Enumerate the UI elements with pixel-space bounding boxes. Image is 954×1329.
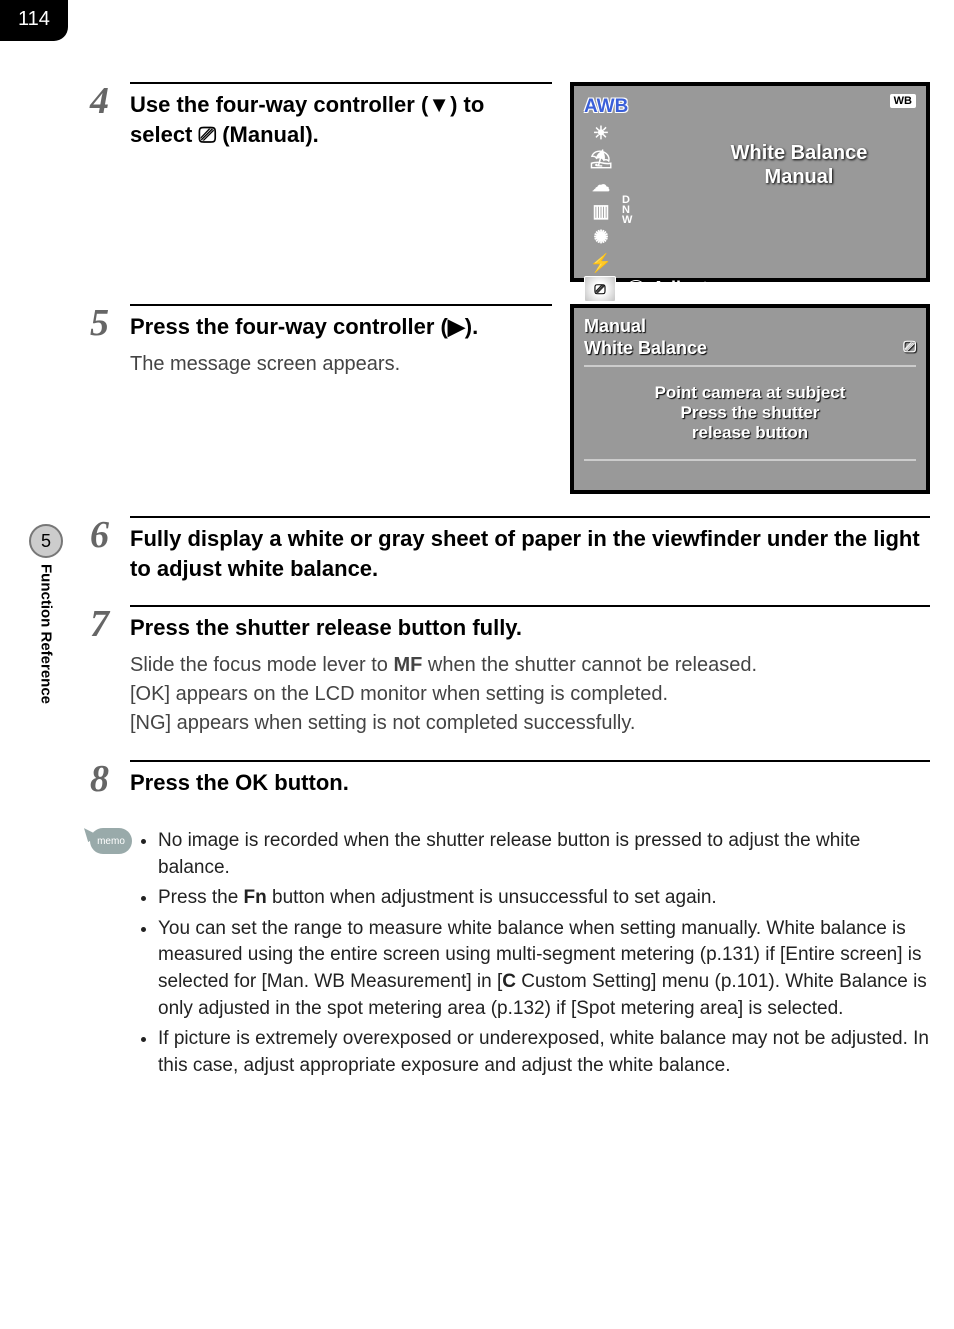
step-number: 4 <box>90 82 130 120</box>
step-number: 5 <box>90 304 130 342</box>
step-number: 8 <box>90 760 130 798</box>
step-heading: Fully display a white or gray sheet of p… <box>130 524 930 583</box>
manual-wb-message-screen: Manual White Balance ⎚ Point camera at s… <box>570 304 930 494</box>
text: White Balance <box>584 338 707 358</box>
down-arrow-icon: ▼ <box>428 92 450 117</box>
dnw-label: D N W <box>622 196 632 226</box>
step-4: 4 Use the four-way controller (▼) to sel… <box>90 82 930 282</box>
manual-wb-icon: ⎚ <box>199 122 217 147</box>
text: Press the <box>158 887 244 908</box>
step-heading: Press the shutter release button fully. <box>130 613 930 643</box>
text: (Manual). <box>216 122 319 147</box>
step-heading: Press the OK button. <box>130 768 930 798</box>
section-number: 5 <box>29 524 63 558</box>
manual-wb-icon: ⎚ <box>903 338 916 357</box>
awb-option: AWB <box>584 96 618 118</box>
text: button when adjustment is unsuccessful t… <box>267 887 717 908</box>
daylight-icon: ☀ <box>584 123 618 144</box>
memo-item: No image is recorded when the shutter re… <box>158 828 930 881</box>
white-balance-menu-screen: WB AWB ☀ White Balance Manual ⛱ ☁ ▥ D N W… <box>570 82 930 282</box>
text: Manual <box>765 166 834 188</box>
text: Manual <box>584 316 646 336</box>
text: ). <box>465 314 478 339</box>
text: Adjust <box>652 278 708 298</box>
text: Press the <box>130 770 235 795</box>
fluorescent-icon: ▥ <box>584 201 618 222</box>
ok-box-icon: OK <box>859 283 885 299</box>
screen-title: Manual White Balance ⎚ <box>584 316 916 359</box>
ok-button-label: OK <box>235 770 268 795</box>
text: White Balance <box>731 142 868 164</box>
memo-item: You can set the range to measure white b… <box>158 916 930 1022</box>
right-arrow-icon: ▶ <box>448 314 465 339</box>
fn-button-label: Fn <box>244 887 267 908</box>
text: OK <box>889 279 916 299</box>
memo-item: If picture is extremely overexposed or u… <box>158 1026 930 1079</box>
memo-icon: memo <box>90 828 140 1083</box>
text: Press the four-way controller ( <box>130 314 448 339</box>
step-6: 6 Fully display a white or gray sheet of… <box>90 516 930 583</box>
section-side-tab: 5 Function Reference <box>28 524 64 704</box>
shade-icon: ⛱ <box>584 149 618 170</box>
step-text: The message screen appears. <box>130 350 552 379</box>
step-heading: Use the four-way controller (▼) to selec… <box>130 90 552 149</box>
cloudy-icon: ☁ <box>584 175 618 196</box>
step-7: 7 Press the shutter release button fully… <box>90 605 930 738</box>
ok-hint: OKOK <box>859 279 916 300</box>
tungsten-icon: ✺ <box>584 227 618 248</box>
text: [OK] appears on the LCD monitor when set… <box>130 683 668 705</box>
memo-list: No image is recorded when the shutter re… <box>140 828 930 1083</box>
mf-label: MF <box>393 654 422 676</box>
screen-message: Point camera at subject Press the shutte… <box>584 365 916 461</box>
memo-bubble-icon: memo <box>90 828 132 854</box>
text: Slide the focus mode lever to <box>130 654 393 676</box>
custom-menu-c-label: C <box>502 971 516 992</box>
text: Use the four-way controller ( <box>130 92 428 117</box>
section-label: Function Reference <box>38 564 55 704</box>
text: [NG] appears when setting is not complet… <box>130 712 635 734</box>
step-number: 7 <box>90 605 130 643</box>
text: Press the shutter <box>590 403 910 423</box>
step-5: 5 Press the four-way controller (▶). The… <box>90 304 930 494</box>
text: button. <box>268 770 349 795</box>
dial-icon <box>626 280 646 300</box>
step-8: 8 Press the OK button. <box>90 760 930 798</box>
text: Point camera at subject <box>590 383 910 403</box>
page-number: 114 <box>0 0 68 41</box>
text: release button <box>590 423 910 443</box>
adjust-hint: Adjust <box>626 278 859 299</box>
text: when the shutter cannot be released. <box>422 654 757 676</box>
flash-icon: ⚡ <box>584 253 618 274</box>
memo-box: memo No image is recorded when the shutt… <box>90 828 930 1083</box>
memo-item: Press the Fn button when adjustment is u… <box>158 885 930 912</box>
step-number: 6 <box>90 516 130 554</box>
wb-title: White Balance Manual <box>694 141 904 189</box>
manual-wb-selected-icon: ⎚ <box>584 276 616 302</box>
wb-badge-icon: WB <box>890 94 916 108</box>
step-text: Slide the focus mode lever to MF when th… <box>130 651 930 738</box>
step-heading: Press the four-way controller (▶). <box>130 312 552 342</box>
